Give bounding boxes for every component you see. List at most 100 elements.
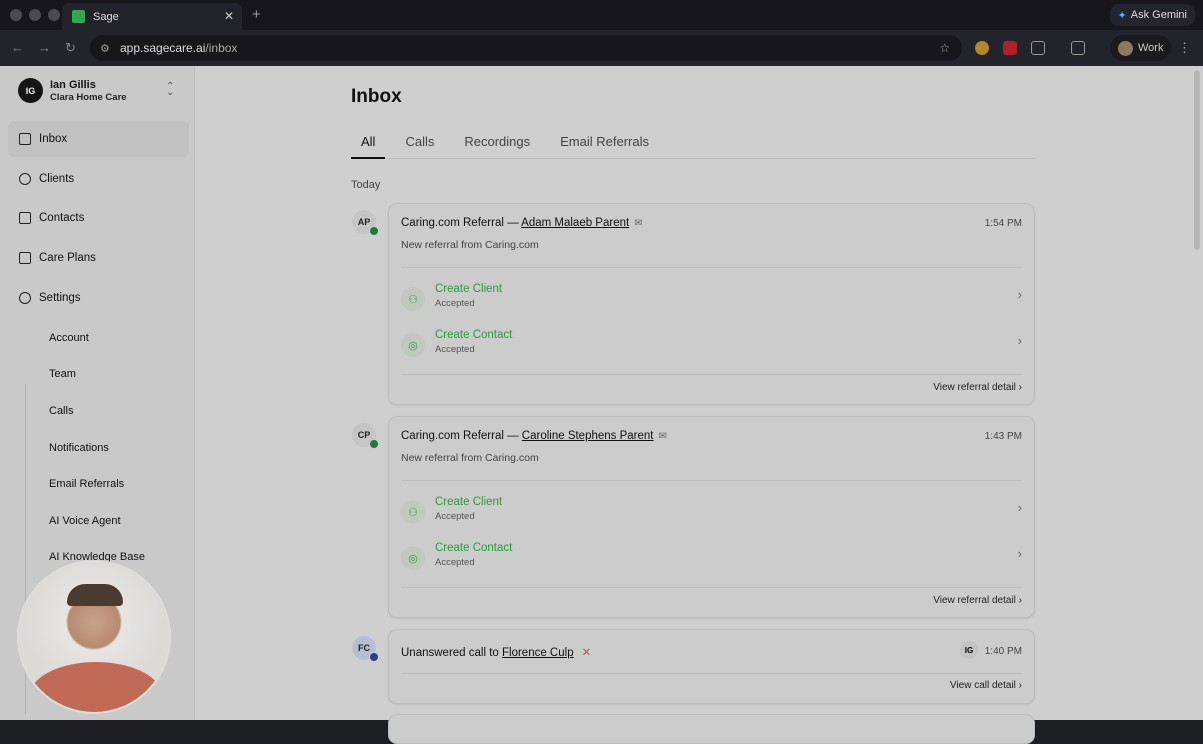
create-contact-action[interactable]: ◎ Create Contact Accepted ›: [401, 329, 1022, 369]
contact-avatar: AP: [352, 210, 379, 236]
title-text: Unanswered call to: [401, 647, 502, 659]
gear-icon: [19, 292, 31, 304]
site-settings-icon[interactable]: ⚙: [100, 42, 110, 55]
settings-ai-voice-agent[interactable]: AI Voice Agent: [49, 515, 121, 527]
action-status: Accepted: [435, 344, 475, 355]
card-subtitle: New referral from Caring.com: [401, 452, 539, 464]
url-host: app.sagecare.ai: [120, 41, 206, 55]
link-label: View referral detail: [933, 382, 1016, 393]
sidebar-item-label: Care Plans: [39, 252, 96, 264]
card-title: Caring.com Referral — Adam Malaeb Parent…: [401, 217, 643, 229]
view-call-detail-link[interactable]: View call detail ›: [950, 680, 1022, 691]
app: IG Ian Gillis Clara Home Care ⌃ ⌄ Inbox Cl…: [0, 66, 1203, 744]
contact-link[interactable]: Adam Malaeb Parent: [521, 217, 629, 229]
extension-icon[interactable]: [1003, 41, 1017, 55]
phone-source-icon: [369, 652, 379, 662]
sidebar-item-label: Clients: [39, 173, 75, 185]
gemini-icon: ✦: [1117, 9, 1127, 22]
email-source-icon: [369, 439, 379, 449]
gemini-label: Ask Gemini: [1130, 9, 1187, 21]
ask-gemini-button[interactable]: ✦ Ask Gemini: [1109, 4, 1195, 26]
avatar-initials: AP: [357, 217, 371, 227]
chevron-right-icon: ›: [1017, 333, 1022, 348]
create-client-action[interactable]: ⚇ Create Client Accepted ›: [401, 496, 1022, 536]
back-icon[interactable]: ←: [11, 40, 24, 55]
profile-button[interactable]: Work: [1110, 35, 1172, 61]
timestamp: 1:54 PM: [984, 218, 1022, 229]
extension-icon[interactable]: [975, 41, 989, 55]
profile-label: Work: [1138, 42, 1164, 54]
browser-menu-icon[interactable]: ⋮: [1178, 40, 1191, 56]
sidebar-item-clients[interactable]: Clients: [8, 161, 189, 197]
sidebar-item-label: Inbox: [39, 133, 68, 145]
tab-email-referrals[interactable]: Email Referrals: [550, 126, 659, 159]
profile-avatar: [1118, 40, 1133, 56]
call-card[interactable]: FC Unanswered call to Florence Culp ✕ IG …: [352, 629, 1035, 704]
sidebar-item-care-plans[interactable]: Care Plans: [8, 240, 189, 276]
settings-notifications[interactable]: Notifications: [49, 442, 109, 454]
referral-card[interactable]: CP Caring.com Referral — Caroline Stephe…: [352, 416, 1035, 618]
tab-search-icon[interactable]: [1071, 41, 1085, 55]
webcam-overlay: [17, 560, 171, 714]
address-bar[interactable]: ⚙ app.sagecare.ai/inbox ☆: [90, 35, 962, 61]
settings-calls[interactable]: Calls: [49, 405, 73, 417]
scrollbar[interactable]: [1194, 70, 1200, 250]
tab-all[interactable]: All: [351, 126, 386, 159]
contact-avatar: FC: [352, 636, 379, 662]
view-referral-detail-link[interactable]: View referral detail ›: [933, 382, 1022, 393]
avatar: IG: [18, 78, 43, 103]
settings-account[interactable]: Account: [49, 332, 89, 344]
user-plus-icon: ⚇: [401, 287, 425, 311]
contact-link[interactable]: Florence Culp: [502, 647, 574, 659]
browser-toolbar: ← → ↻ ⚙ app.sagecare.ai/inbox ☆ Work ⋮: [0, 30, 1203, 66]
settings-email-referrals[interactable]: Email Referrals: [49, 478, 124, 490]
action-name: Create Contact: [435, 542, 513, 554]
account-switcher[interactable]: IG Ian Gillis Clara Home Care: [18, 78, 127, 103]
agent-avatar: IG: [960, 641, 978, 659]
view-referral-detail-link[interactable]: View referral detail ›: [933, 595, 1022, 606]
sidebar-item-settings[interactable]: Settings: [8, 280, 189, 316]
tab-recordings[interactable]: Recordings: [454, 126, 540, 159]
sidebar-item-contacts[interactable]: Contacts: [8, 200, 189, 236]
card-title: Unanswered call to Florence Culp ✕: [401, 645, 591, 659]
divider: [401, 673, 1022, 674]
section-heading: Today: [351, 179, 381, 191]
browser-tab[interactable]: Sage ✕: [62, 3, 242, 30]
action-status: Accepted: [435, 557, 475, 568]
link-label: View call detail: [949, 680, 1016, 691]
create-client-action[interactable]: ⚇ Create Client Accepted ›: [401, 283, 1022, 323]
user-name: Ian Gillis: [50, 78, 96, 91]
contacts-icon: [19, 212, 31, 224]
create-contact-action[interactable]: ◎ Create Contact Accepted ›: [401, 542, 1022, 582]
settings-team[interactable]: Team: [49, 368, 76, 380]
sidebar-item-label: Contacts: [39, 212, 85, 224]
window-controls[interactable]: [10, 9, 60, 21]
tab-calls[interactable]: Calls: [395, 126, 444, 159]
sidebar-item-inbox[interactable]: Inbox: [8, 121, 189, 157]
clipboard-icon: [19, 252, 31, 264]
chevron-right-icon: ›: [1017, 500, 1022, 515]
inbox-icon: [19, 133, 31, 145]
url-path: /inbox: [205, 41, 238, 55]
inbox-card[interactable]: [388, 714, 1035, 744]
forward-icon[interactable]: →: [38, 40, 51, 55]
action-status: Accepted: [435, 298, 475, 309]
contact-link[interactable]: Caroline Stephens Parent: [522, 430, 654, 442]
action-name: Create Client: [435, 496, 503, 508]
sidebar: IG Ian Gillis Clara Home Care ⌃ ⌄ Inbox Cl…: [0, 66, 195, 720]
contact-plus-icon: ◎: [401, 333, 425, 357]
action-name: Create Contact: [435, 329, 513, 341]
inbox-tabs: All Calls Recordings Email Referrals: [351, 126, 1035, 159]
org-name: Clara Home Care: [50, 91, 127, 103]
reload-icon[interactable]: ↻: [65, 40, 76, 56]
avatar-initials: FC: [358, 643, 370, 653]
new-tab-button[interactable]: +: [252, 6, 261, 23]
extensions-puzzle-icon[interactable]: [1031, 41, 1045, 55]
chevron-up-down-icon[interactable]: ⌃ ⌄: [166, 82, 174, 98]
referral-card[interactable]: AP Caring.com Referral — Adam Malaeb Par…: [352, 203, 1035, 405]
page-title: Inbox: [351, 86, 402, 107]
sidebar-item-label: Settings: [39, 292, 81, 304]
action-status: Accepted: [435, 511, 475, 522]
bookmark-star-icon[interactable]: ☆: [939, 41, 950, 55]
close-tab-icon[interactable]: ✕: [224, 9, 234, 23]
